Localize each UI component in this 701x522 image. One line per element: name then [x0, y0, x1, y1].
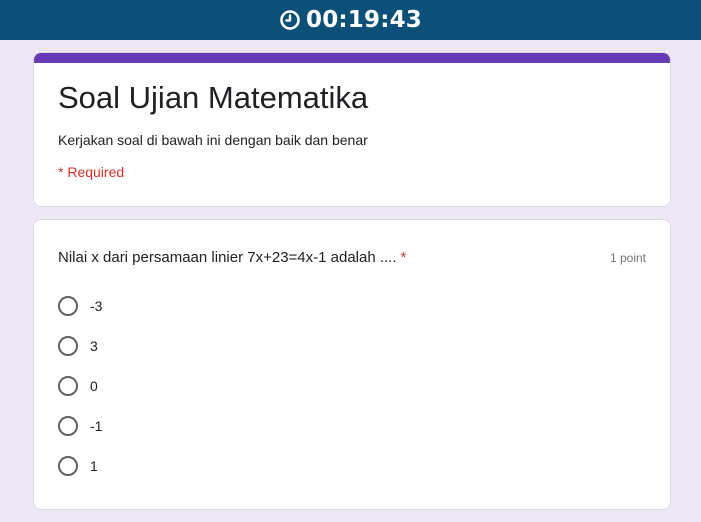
question-points: 1 point: [609, 251, 646, 265]
radio-button[interactable]: [58, 296, 78, 316]
option-label: 3: [90, 338, 98, 354]
question-card: Nilai x dari persamaan linier 7x+23=4x-1…: [33, 219, 671, 510]
timer-value: 00:19:43: [305, 6, 423, 33]
radio-button[interactable]: [58, 456, 78, 476]
form-header-card: Soal Ujian Matematika Kerjakan soal di b…: [33, 52, 671, 207]
option-label: -3: [90, 298, 103, 314]
required-star: *: [400, 249, 407, 266]
radio-button[interactable]: [58, 336, 78, 356]
form-title: Soal Ujian Matematika: [58, 80, 369, 115]
radio-button[interactable]: [58, 376, 78, 396]
option-item[interactable]: 1: [58, 454, 98, 478]
option-label: 0: [90, 378, 98, 394]
radio-button[interactable]: [58, 416, 78, 436]
question-text: Nilai x dari persamaan linier 7x+23=4x-1…: [58, 249, 397, 266]
option-label: -1: [90, 418, 103, 434]
option-item[interactable]: 3: [58, 334, 98, 358]
option-item[interactable]: -1: [58, 414, 102, 438]
option-item[interactable]: -3: [58, 294, 102, 318]
form-description: Kerjakan soal di bawah ini dengan baik d…: [58, 132, 368, 148]
header-accent-bar: [34, 53, 670, 63]
timer-bar: 00:19:43: [0, 0, 701, 40]
option-item[interactable]: 0: [58, 374, 98, 398]
timer: 00:19:43: [279, 6, 423, 33]
question-title: Nilai x dari persamaan linier 7x+23=4x-1…: [58, 249, 406, 266]
clock-icon: [279, 9, 301, 31]
option-label: 1: [90, 458, 98, 474]
required-note: * Required: [58, 164, 125, 180]
